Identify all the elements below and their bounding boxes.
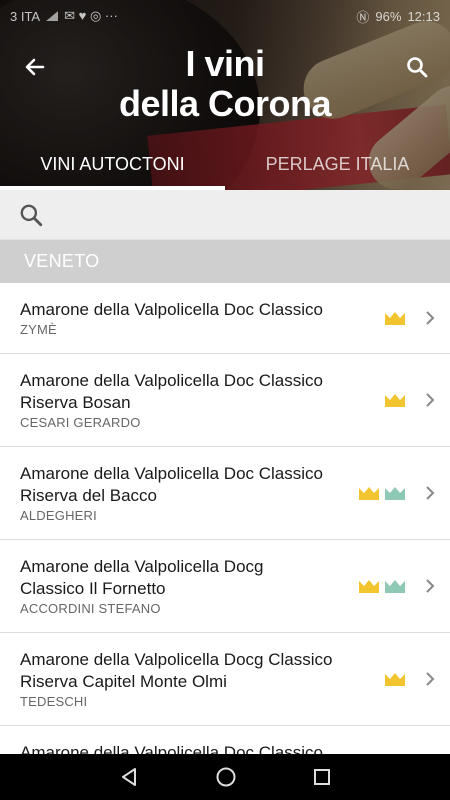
list-item[interactable]: Amarone della Valpolicella Doc Classico … bbox=[0, 354, 450, 447]
wine-name: Amarone della Valpolicella Docg Classico… bbox=[20, 650, 333, 691]
search-icon bbox=[407, 57, 428, 78]
wine-list: Amarone della Valpolicella Doc Classico … bbox=[0, 283, 450, 781]
award-badges bbox=[358, 486, 406, 500]
signal-icon bbox=[46, 11, 59, 21]
header-search-button[interactable] bbox=[400, 50, 434, 84]
wine-producer: CESARI GERARDO bbox=[20, 415, 141, 430]
list-item[interactable]: Amarone della Valpolicella Docg Classico… bbox=[0, 633, 450, 726]
list-item[interactable]: Amarone della Valpolicella Doc Classico … bbox=[0, 447, 450, 540]
chevron-right-icon bbox=[426, 393, 435, 407]
section-label: VENETO bbox=[24, 251, 100, 271]
chevron-right-icon bbox=[426, 579, 435, 593]
green-crown-icon bbox=[385, 580, 405, 593]
wine-name: Amarone della Valpolicella Docg Classico… bbox=[20, 557, 264, 598]
award-badges bbox=[384, 311, 406, 325]
status-bar: 3 ITA ✉ ♥ ◎ ··· Ⓝ 96% 12:13 bbox=[0, 0, 450, 32]
tab-label: PERLAGE ITALIA bbox=[265, 153, 410, 174]
award-badges bbox=[358, 579, 406, 593]
title-line-1: I vini bbox=[185, 43, 265, 84]
app-bar: I vini della Corona bbox=[0, 40, 450, 130]
wine-producer: ACCORDINI STEFANO bbox=[20, 601, 161, 616]
page-title: I vini della Corona bbox=[80, 44, 370, 124]
nfc-icon: Ⓝ bbox=[356, 9, 370, 25]
tab-label: VINI AUTOCTONI bbox=[40, 153, 185, 174]
chevron-right-icon bbox=[426, 672, 435, 686]
chevron-right-icon bbox=[426, 311, 435, 325]
section-header: VENETO bbox=[0, 240, 450, 283]
title-line-2: della Corona bbox=[118, 83, 332, 124]
wine-name: Amarone della Valpolicella Doc Classico … bbox=[20, 371, 323, 412]
system-nav-bar bbox=[0, 754, 450, 800]
battery-text: 96% bbox=[375, 8, 402, 24]
wine-producer: ALDEGHERI bbox=[20, 508, 97, 523]
tab-vini-autoctoni[interactable]: VINI AUTOCTONI bbox=[0, 138, 225, 190]
award-badges bbox=[384, 672, 406, 686]
gold-crown-icon bbox=[359, 487, 379, 500]
wine-producer: TEDESCHI bbox=[20, 694, 88, 709]
recents-square-icon[interactable] bbox=[312, 767, 332, 787]
screen: 3 ITA ✉ ♥ ◎ ··· Ⓝ 96% 12:13 I vini della… bbox=[0, 0, 450, 800]
arrow-left-icon bbox=[25, 58, 45, 76]
green-crown-icon bbox=[385, 487, 405, 500]
search-icon bbox=[20, 204, 43, 226]
carrier-text: 3 ITA bbox=[10, 8, 41, 24]
list-item[interactable]: Amarone della Valpolicella Doc Classico … bbox=[0, 283, 450, 354]
gold-crown-icon bbox=[385, 312, 405, 325]
active-tab-indicator bbox=[0, 186, 225, 190]
list-item[interactable]: Amarone della Valpolicella Docg Classico… bbox=[0, 540, 450, 633]
clock-text: 12:13 bbox=[407, 8, 440, 24]
gold-crown-icon bbox=[359, 580, 379, 593]
back-button[interactable] bbox=[18, 50, 52, 84]
tab-bar: VINI AUTOCTONI PERLAGE ITALIA bbox=[0, 138, 450, 190]
home-circle-icon[interactable] bbox=[215, 766, 237, 788]
wine-name: Amarone della Valpolicella Doc Classico … bbox=[20, 464, 323, 505]
back-triangle-icon[interactable] bbox=[118, 766, 140, 788]
search-bar[interactable] bbox=[0, 190, 450, 240]
gold-crown-icon bbox=[385, 394, 405, 407]
tab-perlage-italia[interactable]: PERLAGE ITALIA bbox=[225, 138, 450, 190]
wine-name: Amarone della Valpolicella Doc Classico bbox=[20, 300, 323, 319]
gold-crown-icon bbox=[385, 673, 405, 686]
chevron-right-icon bbox=[426, 486, 435, 500]
award-badges bbox=[384, 393, 406, 407]
wine-producer: ZYMÈ bbox=[20, 322, 57, 337]
notification-icons: ✉ ♥ ◎ ··· bbox=[64, 8, 118, 23]
